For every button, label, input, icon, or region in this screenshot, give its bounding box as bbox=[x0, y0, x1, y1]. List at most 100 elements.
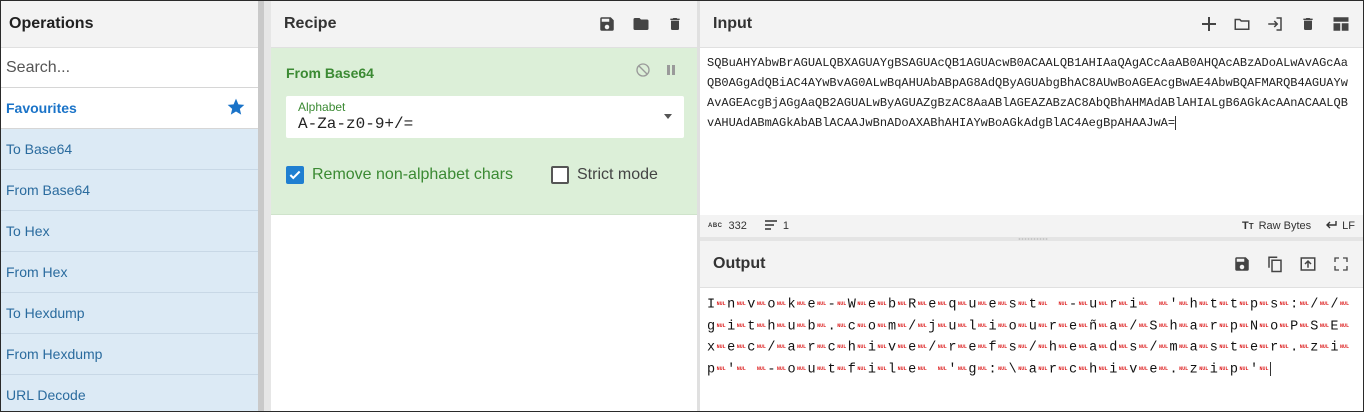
copy-icon[interactable] bbox=[1265, 254, 1285, 274]
input-text-content: SQBuAHYAbwBrAGUALQBXAGUAYgBSAGUAcQB1AGUA… bbox=[707, 56, 1348, 130]
output-char: e bbox=[968, 340, 977, 356]
operations-search[interactable] bbox=[1, 48, 258, 88]
output-char: h bbox=[1089, 362, 1098, 378]
nul-byte-glyph: NUL bbox=[1239, 301, 1249, 307]
nul-byte-glyph: NUL bbox=[1179, 365, 1189, 372]
maximize-icon[interactable] bbox=[1331, 254, 1351, 274]
star-icon bbox=[226, 97, 246, 120]
nul-byte-glyph: NUL bbox=[877, 365, 887, 372]
output-char: P bbox=[1290, 319, 1299, 335]
save-icon[interactable] bbox=[1232, 254, 1252, 274]
nul-byte-glyph: NUL bbox=[1259, 344, 1269, 351]
operation-item[interactable]: To Base64 bbox=[1, 129, 258, 170]
nul-byte-glyph: NUL bbox=[1038, 365, 1048, 372]
trash-icon[interactable] bbox=[1298, 14, 1318, 34]
operation-item[interactable]: URL Decode bbox=[1, 375, 258, 411]
nul-byte-glyph: NUL bbox=[1239, 322, 1249, 329]
output-char: e bbox=[1249, 340, 1259, 356]
output-char: v bbox=[747, 297, 756, 313]
favourites-category[interactable]: Favourites bbox=[1, 88, 258, 129]
trash-icon[interactable] bbox=[665, 14, 685, 34]
open-file-icon[interactable] bbox=[1265, 14, 1285, 34]
checkbox-unchecked-icon[interactable] bbox=[551, 166, 569, 184]
nul-byte-glyph: NUL bbox=[1078, 344, 1088, 351]
nul-byte-glyph: NUL bbox=[1138, 301, 1148, 307]
save-icon[interactable] bbox=[597, 14, 617, 34]
operation-item[interactable]: To Hex bbox=[1, 211, 258, 252]
nul-byte-glyph: NUL bbox=[1098, 301, 1108, 307]
output-char: l bbox=[887, 362, 897, 378]
output-char: i bbox=[867, 362, 876, 378]
nul-byte-glyph: NUL bbox=[1018, 301, 1028, 307]
nul-byte-glyph: NUL bbox=[998, 344, 1008, 351]
nul-byte-glyph: NUL bbox=[1199, 322, 1209, 329]
output-char: o bbox=[1270, 319, 1279, 335]
output-char: e bbox=[867, 297, 876, 313]
nul-byte-glyph: NUL bbox=[917, 322, 927, 329]
raw-bytes-button[interactable]: TT Raw Bytes bbox=[1242, 220, 1311, 232]
search-input[interactable] bbox=[6, 58, 253, 77]
checkbox-checked-icon[interactable] bbox=[286, 166, 304, 184]
output-char: g bbox=[707, 319, 716, 335]
output-textarea[interactable]: INUL nNUL vNUL oNUL kNUL eNUL -NUL WNUL eNUL bNUL… bbox=[707, 294, 1357, 380]
output-char: . bbox=[827, 319, 836, 335]
nul-byte-glyph: NUL bbox=[857, 344, 867, 351]
nul-byte-glyph: NUL bbox=[998, 365, 1008, 372]
pane-gutter[interactable] bbox=[258, 1, 271, 411]
nul-byte-glyph: NUL bbox=[957, 301, 967, 307]
output-char: t bbox=[1229, 340, 1238, 356]
open-folder-icon[interactable] bbox=[1232, 14, 1252, 34]
text-cursor bbox=[1175, 115, 1177, 130]
output-char: n bbox=[727, 297, 736, 313]
pause-icon[interactable] bbox=[665, 62, 677, 83]
output-char: / bbox=[928, 340, 937, 356]
eol-label: LF bbox=[1342, 220, 1355, 232]
output-char: o bbox=[787, 362, 796, 378]
disable-icon[interactable] bbox=[635, 62, 651, 83]
nul-byte-glyph: NUL bbox=[1339, 301, 1349, 307]
folder-icon[interactable] bbox=[631, 14, 651, 34]
remove-non-alphabet-checkbox[interactable]: Remove non-alphabet chars bbox=[286, 166, 513, 184]
output-char: o bbox=[867, 319, 876, 335]
strict-mode-checkbox[interactable]: Strict mode bbox=[551, 166, 658, 184]
input-textarea[interactable]: SQBuAHYAbwBrAGUALQBXAGUAYgBSAGUAcQB1AGUA… bbox=[707, 53, 1355, 133]
recipe-pane: Recipe From Base64 Alphabet A-Za-z0-9+/=… bbox=[271, 1, 697, 411]
nul-byte-glyph: NUL bbox=[957, 344, 967, 351]
output-char: ' bbox=[948, 362, 957, 378]
output-char: s bbox=[1270, 297, 1279, 313]
return-arrow-icon bbox=[1325, 220, 1337, 233]
eol-button[interactable]: LF bbox=[1325, 220, 1355, 233]
operation-item[interactable]: From Hex bbox=[1, 252, 258, 293]
output-char: . bbox=[1169, 362, 1178, 378]
output-char: / bbox=[767, 340, 776, 356]
replace-input-icon[interactable] bbox=[1298, 254, 1318, 274]
nul-byte-glyph: NUL bbox=[1279, 344, 1289, 351]
output-char: ' bbox=[1249, 362, 1259, 378]
output-char: h bbox=[847, 340, 856, 356]
operation-item[interactable]: From Base64 bbox=[1, 170, 258, 211]
nul-byte-glyph: NUL bbox=[837, 322, 847, 329]
nul-byte-glyph: NUL bbox=[857, 301, 867, 307]
nul-byte-glyph: NUL bbox=[1058, 344, 1068, 351]
output-char: s bbox=[1129, 340, 1138, 356]
line-count: 1 bbox=[782, 220, 789, 232]
add-tab-icon[interactable] bbox=[1199, 14, 1219, 34]
output-char: e bbox=[908, 362, 917, 378]
nul-byte-glyph: NUL bbox=[1038, 301, 1048, 307]
output-char: i bbox=[1129, 297, 1138, 313]
nul-byte-glyph: NUL bbox=[1078, 301, 1088, 307]
alphabet-value: A-Za-z0-9+/= bbox=[298, 115, 414, 133]
nul-byte-glyph: NUL bbox=[817, 344, 827, 351]
alphabet-select[interactable]: Alphabet A-Za-z0-9+/= bbox=[286, 96, 684, 138]
output-char: a bbox=[1089, 340, 1098, 356]
output-char: / bbox=[1330, 297, 1339, 313]
output-char: u bbox=[948, 319, 957, 335]
io-pane: Input SQBuAHYAbwBrAGUALQBXAGUAYgBSAGUAcQ… bbox=[700, 1, 1363, 411]
layout-icon[interactable] bbox=[1331, 14, 1351, 34]
operation-item[interactable]: From Hexdump bbox=[1, 334, 258, 375]
output-char: s bbox=[1008, 340, 1017, 356]
operation-item[interactable]: To Hexdump bbox=[1, 293, 258, 334]
nul-byte-glyph: NUL bbox=[716, 365, 726, 372]
nul-byte-glyph: NUL bbox=[837, 365, 847, 372]
nul-byte-glyph: NUL bbox=[1118, 344, 1128, 351]
